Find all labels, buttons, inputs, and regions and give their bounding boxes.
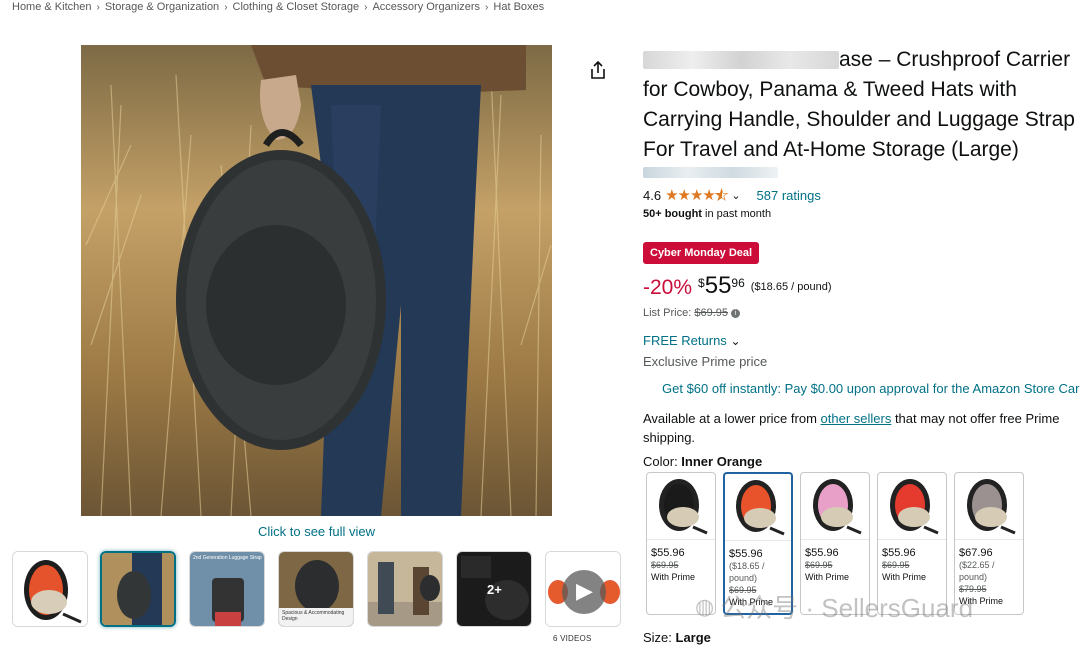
price-per-unit: ($18.65 / pound) bbox=[750, 281, 832, 293]
breadcrumb-accessory-organizers[interactable]: Accessory Organizers bbox=[372, 1, 480, 13]
bought-in-past-month: 50+ bought in past month bbox=[643, 208, 771, 220]
discount-percent: -20% bbox=[643, 276, 693, 299]
swatch-image bbox=[725, 474, 791, 541]
thumbnail-2[interactable] bbox=[100, 551, 176, 627]
swatch-image bbox=[955, 473, 1023, 540]
watermark-text: 公众号 · SellersGuard bbox=[720, 593, 974, 623]
thumbnail-6[interactable]: 2+ bbox=[456, 551, 532, 627]
chevron-right-icon: › bbox=[364, 2, 368, 13]
video-thumbnail[interactable]: ▶ bbox=[545, 551, 621, 627]
swatch-price: $67.96 bbox=[959, 547, 993, 559]
bought-period: in past month bbox=[701, 208, 772, 220]
color-label-text: Color: bbox=[643, 454, 682, 469]
breadcrumb-home-kitchen[interactable]: Home & Kitchen bbox=[12, 1, 91, 13]
title-line-3: Carrying Handle, Shoulder and Luggage St… bbox=[643, 108, 1075, 131]
thumbnail-4-caption: Spacious & Accommodating Design bbox=[282, 610, 345, 622]
swatch-list-price: $69.95 bbox=[805, 560, 833, 570]
price-currency: $ bbox=[698, 276, 705, 290]
breadcrumb: Home & Kitchen › Storage & Organization › Cl… bbox=[12, 1, 544, 13]
title-line-4: For Travel and At-Home Storage (Large) bbox=[643, 138, 1019, 161]
chevron-right-icon: › bbox=[96, 2, 100, 13]
redacted-brand bbox=[643, 51, 839, 70]
swatch-prime-note: With Prime bbox=[882, 572, 927, 582]
swatch-price: $55.96 bbox=[882, 547, 916, 559]
swatch-list-price: $69.95 bbox=[882, 560, 910, 570]
prime-price-note: Exclusive Prime price bbox=[643, 354, 768, 369]
color-selected: Inner Orange bbox=[681, 454, 763, 469]
watermark: ◍ 公众号 · SellersGuard bbox=[695, 588, 973, 625]
star-rating-icon[interactable]: ★★★★★ bbox=[665, 186, 729, 205]
swatch-image bbox=[801, 473, 869, 540]
play-icon: ▶ bbox=[576, 578, 593, 603]
full-view-link[interactable]: Click to see full view bbox=[81, 524, 552, 539]
swatch-image bbox=[878, 473, 946, 540]
share-icon[interactable] bbox=[588, 60, 608, 80]
deal-badge: Cyber Monday Deal bbox=[643, 242, 760, 264]
more-thumbnails-count: 2+ bbox=[487, 582, 502, 597]
redacted-store-link[interactable] bbox=[643, 167, 778, 178]
size-selected: Large bbox=[675, 630, 711, 645]
availability-note: Available at a lower price from other se… bbox=[643, 409, 1080, 447]
price-row: -20% $ 55 96 ($18.65 / pound) bbox=[643, 272, 832, 300]
swatch-unit-price: ($18.65 / pound) bbox=[729, 561, 765, 583]
size-label-text: Size: bbox=[643, 630, 676, 645]
breadcrumb-clothing-closet[interactable]: Clothing & Closet Storage bbox=[233, 1, 360, 13]
wechat-icon: ◍ bbox=[695, 593, 715, 619]
swatch-prime-note: With Prime bbox=[805, 572, 850, 582]
list-price-value: $69.95 bbox=[694, 307, 729, 319]
color-label: Color: Inner Orange bbox=[643, 454, 762, 469]
price-whole: 55 bbox=[704, 272, 732, 299]
availability-text: Available at a lower price from bbox=[643, 411, 821, 426]
info-icon[interactable]: i bbox=[731, 308, 741, 318]
price-fraction: 96 bbox=[731, 276, 745, 290]
chevron-down-icon[interactable]: ⌄ bbox=[731, 189, 740, 202]
thumbnail-1[interactable] bbox=[12, 551, 88, 627]
chevron-right-icon: › bbox=[224, 2, 228, 13]
chevron-down-icon: ⌄ bbox=[730, 334, 741, 348]
bought-count: 50+ bought bbox=[643, 208, 702, 220]
chevron-right-icon: › bbox=[485, 2, 489, 13]
free-returns-link[interactable]: FREE Returns ⌄ bbox=[643, 333, 741, 348]
breadcrumb-storage[interactable]: Storage & Organization bbox=[105, 1, 219, 13]
swatch-image bbox=[647, 473, 715, 540]
thumbnail-3[interactable]: 2nd Generation Luggage Strap bbox=[189, 551, 265, 627]
swatch-price: $55.96 bbox=[805, 547, 839, 559]
swatch-prime-note: With Prime bbox=[651, 572, 696, 582]
title-line-2: for Cowboy, Panama & Tweed Hats with bbox=[643, 78, 1017, 101]
thumbnail-5[interactable] bbox=[367, 551, 443, 627]
videos-count-label: 6 VIDEOS bbox=[553, 634, 592, 643]
main-product-image[interactable] bbox=[81, 45, 552, 516]
store-card-offer-link[interactable]: Get $60 off instantly: Pay $0.00 upon ap… bbox=[662, 381, 1080, 396]
title-line-1: ase – Crushproof Carrier bbox=[839, 48, 1071, 71]
rating-value: 4.6 bbox=[643, 187, 662, 203]
swatch-price: $55.96 bbox=[651, 547, 685, 559]
breadcrumb-hat-boxes[interactable]: Hat Boxes bbox=[493, 1, 544, 13]
free-returns-label: FREE Returns bbox=[643, 333, 727, 348]
ratings-count-link[interactable]: 587 ratings bbox=[757, 188, 821, 203]
product-title: ase – Crushproof Carrier for Cowboy, Pan… bbox=[643, 45, 1080, 165]
list-price-label: List Price: bbox=[643, 307, 695, 319]
thumbnail-3-caption: 2nd Generation Luggage Strap bbox=[193, 555, 262, 561]
swatch-unit-price: ($22.65 / pound) bbox=[959, 560, 995, 582]
swatch-price: $55.96 bbox=[729, 548, 763, 560]
swatch-list-price: $69.95 bbox=[651, 560, 679, 570]
rating-row: 4.6 ★★★★★ ⌄ 587 ratings bbox=[643, 186, 821, 205]
other-sellers-link[interactable]: other sellers bbox=[821, 411, 892, 426]
list-price: List Price: $69.95 i bbox=[643, 307, 741, 319]
size-label: Size: Large bbox=[643, 630, 711, 645]
thumbnail-4[interactable]: Spacious & Accommodating Design bbox=[278, 551, 354, 627]
